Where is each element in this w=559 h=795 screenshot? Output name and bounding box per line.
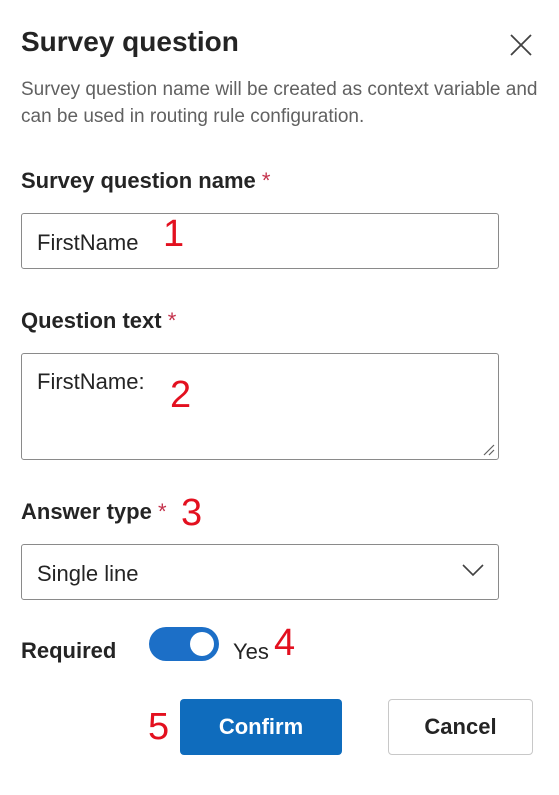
toggle-knob	[190, 632, 214, 656]
required-star: *	[167, 308, 177, 333]
confirm-button[interactable]: Confirm	[180, 699, 342, 755]
question-text-value: FirstName:	[37, 369, 145, 394]
question-text-label-text: Question text	[21, 308, 162, 333]
dialog-description: Survey question name will be created as …	[21, 79, 538, 127]
required-label: Required	[21, 638, 117, 663]
survey-question-name-input[interactable]: FirstName	[21, 213, 499, 269]
survey-question-name-label: Survey question name *	[21, 168, 270, 194]
resize-grip-icon[interactable]	[481, 442, 495, 456]
chevron-down-icon	[462, 564, 484, 577]
annotation-marker-2: 2	[170, 374, 192, 416]
annotation-marker-3: 3	[181, 492, 203, 534]
required-state-text: Yes	[233, 639, 269, 664]
annotation-marker-4: 4	[274, 622, 296, 664]
answer-type-label: Answer type *	[21, 499, 167, 525]
answer-type-label-text: Answer type	[21, 499, 152, 524]
answer-type-selected-value: Single line	[37, 561, 139, 586]
survey-question-name-label-text: Survey question name	[21, 168, 256, 193]
annotation-marker-1: 1	[163, 213, 185, 255]
close-icon[interactable]	[509, 33, 533, 57]
required-star: *	[261, 168, 271, 193]
annotation-marker-5: 5	[148, 706, 170, 748]
required-toggle[interactable]	[149, 627, 219, 661]
question-text-textarea[interactable]: FirstName:	[21, 353, 499, 460]
dialog-title: Survey question	[21, 26, 239, 57]
cancel-button[interactable]: Cancel	[388, 699, 533, 755]
answer-type-dropdown[interactable]: Single line	[21, 544, 499, 600]
required-star: *	[157, 499, 167, 524]
question-text-label: Question text *	[21, 308, 176, 334]
survey-question-name-value: FirstName	[37, 230, 139, 255]
